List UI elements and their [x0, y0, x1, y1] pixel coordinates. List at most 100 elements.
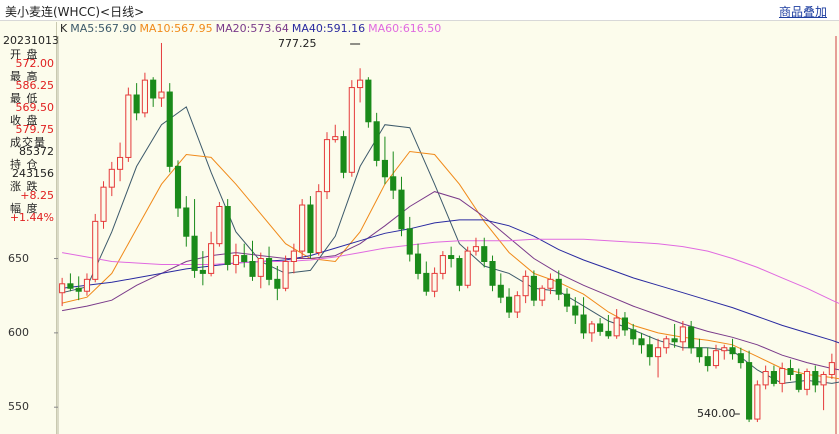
- kline-window: 美小麦连(WHCC)<日线> 商品叠加 20231013 开 盘 572.00 最 高…: [0, 0, 839, 434]
- candle-body: [472, 246, 480, 252]
- candle-body: [779, 368, 786, 384]
- candle-body: [663, 338, 670, 349]
- candle-body: [506, 296, 513, 313]
- candle-body: [588, 323, 595, 334]
- candle-body: [398, 189, 405, 230]
- candle-body: [241, 255, 248, 263]
- candle-body: [183, 207, 190, 237]
- candle-body: [59, 283, 66, 294]
- candle-body: [522, 275, 529, 297]
- candle-body: [621, 317, 629, 331]
- ma-line-ma20: [62, 191, 839, 371]
- candle-body: [605, 330, 612, 337]
- candle-body: [174, 165, 182, 209]
- candle-body: [514, 295, 521, 313]
- candle-body: [125, 94, 132, 158]
- candle-body: [530, 275, 537, 301]
- candle-body: [67, 283, 74, 289]
- candle-body: [216, 205, 223, 245]
- candle-body: [431, 272, 438, 292]
- candle-body: [688, 326, 695, 349]
- candle-body: [117, 156, 124, 170]
- candle-body: [712, 350, 720, 367]
- candle-body: [555, 278, 562, 295]
- candle-body: [257, 258, 264, 277]
- candle-body: [133, 94, 140, 114]
- candle-body: [597, 323, 604, 332]
- candle-body: [274, 278, 281, 289]
- candle-body: [282, 261, 289, 289]
- candle-body: [373, 121, 380, 161]
- candle-body: [630, 329, 637, 340]
- candle-body: [92, 220, 99, 280]
- candle-body: [820, 373, 827, 386]
- candle-body: [828, 362, 835, 375]
- candle-body: [332, 136, 339, 141]
- candle-body: [721, 347, 728, 352]
- candle-body: [406, 228, 413, 255]
- candle-body: [150, 79, 157, 99]
- candle-body: [315, 191, 322, 254]
- candle-body: [414, 253, 422, 274]
- candle-body: [390, 176, 397, 191]
- candle-body: [199, 269, 206, 274]
- candle-body: [646, 344, 653, 358]
- candle-body: [290, 250, 297, 263]
- candle-body: [423, 272, 430, 292]
- candle-body: [191, 235, 198, 271]
- candle-body: [381, 159, 388, 178]
- candle-body: [232, 255, 240, 265]
- ma-line-ma5: [61, 106, 839, 384]
- candle-body: [729, 347, 736, 355]
- candle-body: [108, 168, 115, 188]
- candle-body: [812, 371, 819, 386]
- candle-body: [448, 255, 455, 260]
- y-tick-label: 550: [8, 400, 29, 414]
- candle-body: [208, 243, 215, 274]
- candle-body: [572, 305, 579, 316]
- candle-body: [75, 287, 82, 292]
- candle-body: [141, 79, 148, 114]
- candle-body: [497, 284, 504, 298]
- ma-line-ma60: [62, 238, 839, 304]
- candle-body: [547, 278, 554, 289]
- candle-body: [481, 246, 488, 263]
- y-tick-label: 600: [8, 325, 29, 339]
- candle-body: [638, 338, 645, 346]
- candle-body: [539, 287, 546, 301]
- candle-body: [166, 91, 173, 167]
- candle-body: [249, 261, 256, 277]
- candle-body: [365, 79, 372, 123]
- candle-body: [737, 353, 744, 364]
- candle-body: [654, 347, 662, 358]
- candle-body: [613, 317, 620, 337]
- candle-body: [100, 186, 107, 222]
- candle-body: [787, 368, 794, 375]
- candle-body: [456, 258, 463, 286]
- candle-body: [795, 373, 802, 390]
- candle-body: [299, 204, 306, 252]
- candlestick-chart[interactable]: [0, 0, 839, 434]
- candle-body: [803, 371, 811, 390]
- candle-body: [489, 261, 496, 286]
- candle-body: [746, 362, 753, 420]
- candle-body: [704, 356, 711, 367]
- candle-body: [770, 371, 777, 384]
- candle-body: [439, 255, 446, 274]
- candle-body: [580, 314, 587, 334]
- candle-body: [323, 139, 331, 193]
- candle-body: [563, 293, 571, 307]
- y-tick-label: 650: [8, 251, 29, 265]
- candle-body: [679, 326, 686, 343]
- candle-body: [696, 347, 703, 358]
- candle-body: [357, 79, 364, 89]
- candle-body: [671, 338, 678, 343]
- high-price-marker: 777.25: [278, 37, 317, 50]
- ma-line-ma40: [62, 219, 839, 344]
- candle-body: [83, 278, 91, 292]
- candle-body: [158, 91, 165, 99]
- low-price-marker: 540.00: [697, 407, 736, 420]
- candle-body: [348, 87, 355, 173]
- candle-body: [464, 250, 471, 286]
- candle-body: [265, 258, 273, 280]
